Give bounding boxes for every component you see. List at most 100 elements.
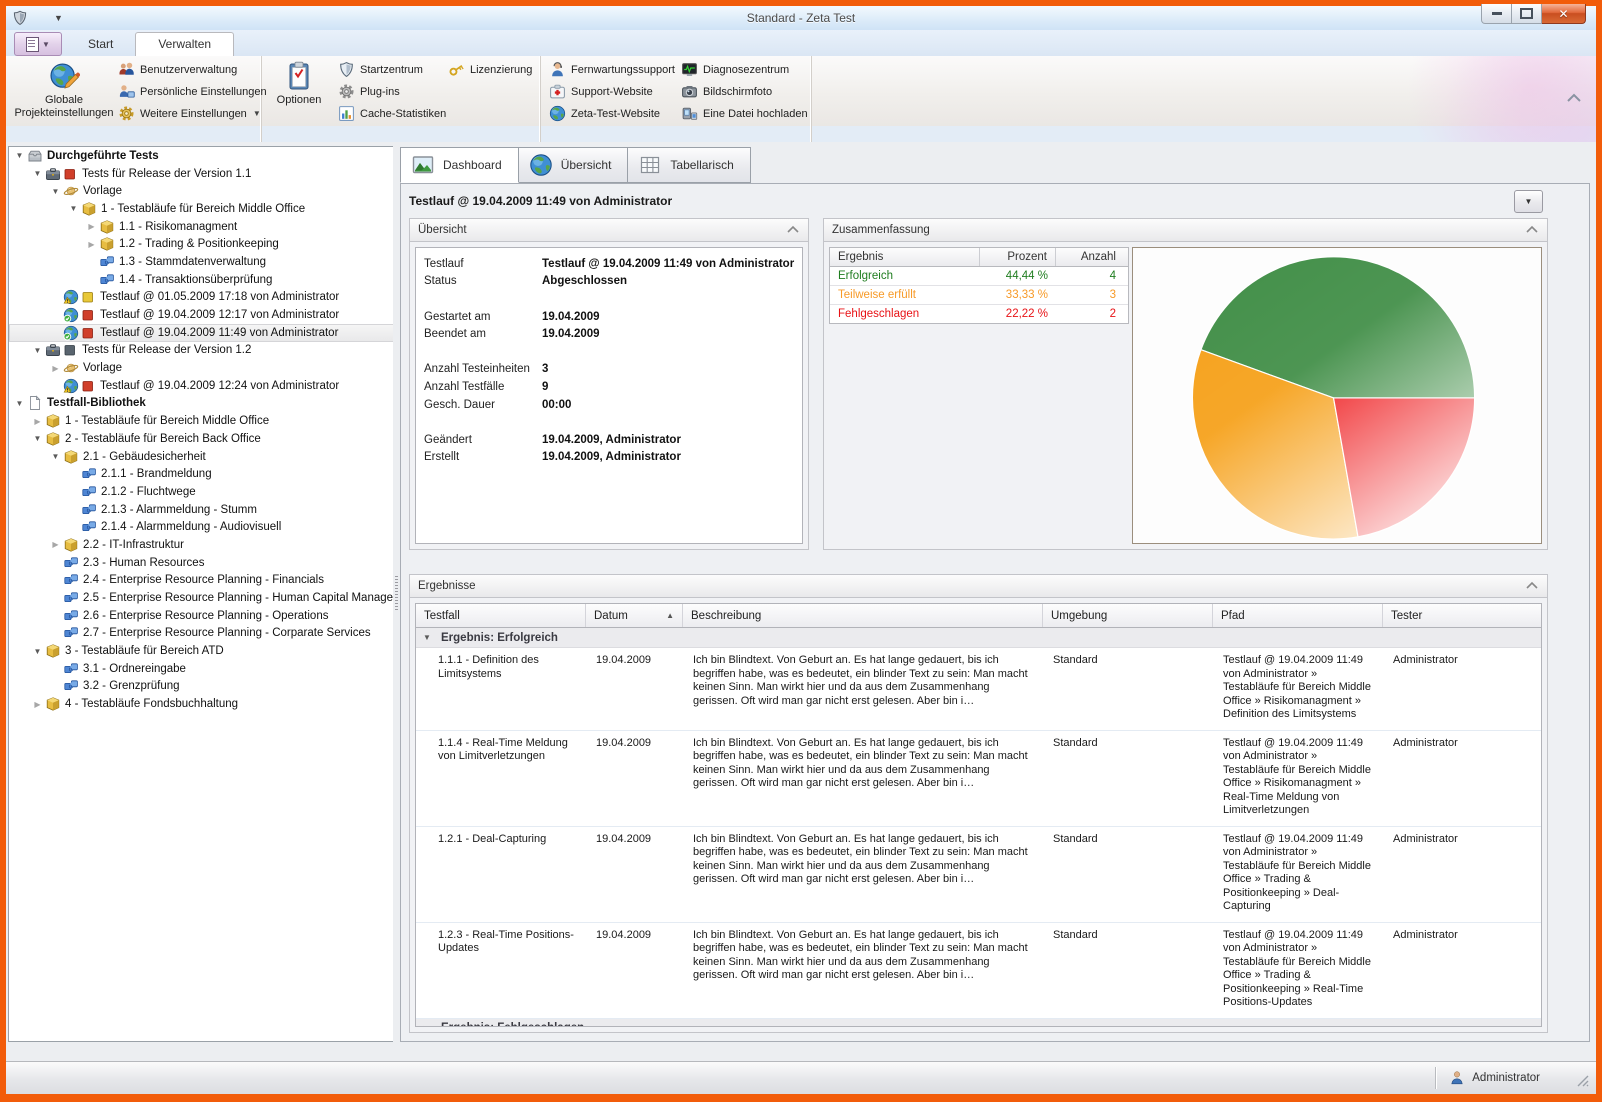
tree-item[interactable]: 3.1 - Ordnereingabe	[9, 660, 394, 678]
tree-item[interactable]: Testlauf @ 19.04.2009 11:49 von Administ…	[9, 324, 394, 342]
tree-item[interactable]: Testlauf @ 01.05.2009 17:18 von Administ…	[9, 289, 394, 307]
tree-item[interactable]: ▶1.2 - Trading & Positionkeeping	[9, 235, 394, 253]
expander-open-icon[interactable]: ▼	[49, 452, 62, 461]
tree-item[interactable]: ▼Durchgeführte Tests	[9, 147, 394, 165]
expander-open-icon[interactable]: ▼	[31, 647, 44, 656]
minimize-button[interactable]	[1481, 4, 1512, 24]
expander-closed-icon[interactable]: ▶	[85, 240, 98, 249]
panel-uebersicht-header[interactable]: Übersicht	[410, 219, 808, 242]
collapse-panel-icon[interactable]	[1525, 224, 1539, 236]
expander-open-icon[interactable]: ▼	[67, 204, 80, 213]
tree-item[interactable]: ▶4 - Testabläufe Fondsbuchhaltung	[9, 695, 394, 713]
group-expanded-icon[interactable]: ▼	[423, 633, 433, 642]
expander-closed-icon[interactable]: ▶	[85, 222, 98, 231]
ribbon-tab-start[interactable]: Start	[66, 33, 135, 56]
benutzerverwaltung-button[interactable]: Benutzerverwaltung	[118, 61, 267, 78]
tree-item[interactable]: ▼2.1 - Gebäudesicherheit	[9, 448, 394, 466]
results-data-row[interactable]: 1.2.3 - Real-Time Positions-Updates19.04…	[416, 923, 1541, 1019]
support-website-button[interactable]: Support-Website	[549, 83, 675, 100]
expander-open-icon[interactable]: ▼	[49, 187, 62, 196]
results-column-header-pfad[interactable]: Pfad	[1213, 604, 1383, 627]
resize-grip[interactable]	[1576, 1074, 1590, 1088]
fernwartungssupport-button[interactable]: Fernwartungssupport	[549, 61, 675, 78]
tree-item[interactable]: 2.7 - Enterprise Resource Planning - Cor…	[9, 625, 394, 643]
tree-item[interactable]: ▼Tests für Release der Version 1.2	[9, 342, 394, 360]
tree-item[interactable]: 3.2 - Grenzprüfung	[9, 678, 394, 696]
tab-dashboard[interactable]: Dashboard	[400, 147, 519, 183]
expander-open-icon[interactable]: ▼	[13, 151, 26, 160]
results-data-row[interactable]: 1.1.4 - Real-Time Meldung von Limitverle…	[416, 731, 1541, 827]
screenshot-camera-icon-button[interactable]: Bildschirmfoto	[681, 83, 808, 100]
tree-item[interactable]: 2.6 - Enterprise Resource Planning - Ope…	[9, 607, 394, 625]
optionen-button[interactable]: Optionen	[268, 60, 330, 107]
expander-closed-icon[interactable]: ▶	[49, 364, 62, 373]
tree-item[interactable]: ▼3 - Testabläufe für Bereich ATD	[9, 642, 394, 660]
tree-item[interactable]: ▶1.1 - Risikomanagment	[9, 218, 394, 236]
tree-item[interactable]: 1.3 - Stammdatenverwaltung	[9, 253, 394, 271]
splitter[interactable]	[393, 146, 400, 1042]
summary-row[interactable]: Fehlgeschlagen22,22 %2	[830, 305, 1128, 323]
tree-item[interactable]: 2.5 - Enterprise Resource Planning - Hum…	[9, 589, 394, 607]
results-column-header-umgebung[interactable]: Umgebung	[1043, 604, 1213, 627]
tree-item[interactable]: 2.1.4 - Alarmmeldung - Audiovisuell	[9, 518, 394, 536]
tree-item[interactable]: ▼2 - Testabläufe für Bereich Back Office	[9, 430, 394, 448]
tree-item[interactable]: ▶Vorlage	[9, 359, 394, 377]
results-group-row[interactable]: ▼Ergebnis: Erfolgreich	[416, 628, 1541, 648]
results-column-header-tester[interactable]: Tester	[1383, 604, 1541, 627]
expander-open-icon[interactable]: ▼	[31, 346, 44, 355]
collapse-panel-icon[interactable]	[786, 224, 800, 236]
maximize-button[interactable]	[1512, 4, 1542, 24]
results-data-row[interactable]: 1.2.1 - Deal-Capturing19.04.2009Ich bin …	[416, 827, 1541, 923]
tree-item[interactable]: 2.1.2 - Fluchtwege	[9, 483, 394, 501]
expander-closed-icon[interactable]: ▶	[31, 700, 44, 709]
close-button[interactable]: ✕	[1542, 4, 1586, 24]
tab-uebersicht[interactable]: Übersicht	[519, 147, 629, 183]
tree-item[interactable]: ▼Tests für Release der Version 1.1	[9, 165, 394, 183]
results-column-header-datum[interactable]: Datum▲	[586, 604, 683, 627]
expander-open-icon[interactable]: ▼	[31, 169, 44, 178]
application-menu-button[interactable]: ▼	[14, 32, 62, 56]
tree-item[interactable]: 2.3 - Human Resources	[9, 554, 394, 572]
lizenzierung-button[interactable]: Lizenzierung	[448, 61, 532, 78]
ribbon-tab-verwalten[interactable]: Verwalten	[135, 32, 234, 56]
group-collapsed-icon[interactable]: ▶	[423, 1024, 433, 1028]
globale-projekteinstellungen-button[interactable]: Globale Projekteinstellungen	[14, 60, 114, 120]
tree-item[interactable]: 2.4 - Enterprise Resource Planning - Fin…	[9, 572, 394, 590]
panel-ergebnisse-header[interactable]: Ergebnisse	[410, 575, 1547, 598]
summary-column-header[interactable]: Ergebnis	[830, 248, 980, 266]
testrun-dropdown-button[interactable]: ▼	[1514, 190, 1543, 213]
tree-item[interactable]: 2.1.1 - Brandmeldung	[9, 465, 394, 483]
expander-closed-icon[interactable]: ▶	[31, 417, 44, 426]
pie-slice[interactable]	[1334, 398, 1475, 537]
results-data-row[interactable]: 1.1.1 - Definition des Limitsystems19.04…	[416, 648, 1541, 731]
datei-hochladen-button[interactable]: Eine Datei hochladen	[681, 105, 808, 122]
results-column-header-beschreibung[interactable]: Beschreibung	[683, 604, 1043, 627]
startzentrum-button[interactable]: Startzentrum	[338, 61, 446, 78]
summary-row[interactable]: Teilweise erfüllt33,33 %3	[830, 286, 1128, 305]
expander-open-icon[interactable]: ▼	[31, 434, 44, 443]
diagnosezentrum-button[interactable]: Diagnosezentrum	[681, 61, 808, 78]
results-column-header-testfall[interactable]: Testfall	[416, 604, 586, 627]
tree-item[interactable]: Testlauf @ 19.04.2009 12:17 von Administ…	[9, 306, 394, 324]
zeta-test-website-button[interactable]: Zeta-Test-Website	[549, 105, 675, 122]
weitere-einstellungen-button[interactable]: Weitere Einstellungen ▼	[118, 105, 267, 122]
summary-column-header[interactable]: Anzahl	[1056, 248, 1124, 266]
results-group-row[interactable]: ▶Ergebnis: Fehlgeschlagen	[416, 1019, 1541, 1028]
tree-item[interactable]: ▼Vorlage	[9, 182, 394, 200]
tree-item[interactable]: Testlauf @ 19.04.2009 12:24 von Administ…	[9, 377, 394, 395]
tree-item[interactable]: ▶2.2 - IT-Infrastruktur	[9, 536, 394, 554]
tree-item[interactable]: ▼Testfall-Bibliothek	[9, 395, 394, 413]
tree-item[interactable]: ▶1 - Testabläufe für Bereich Middle Offi…	[9, 412, 394, 430]
expander-closed-icon[interactable]: ▶	[49, 540, 62, 549]
panel-zusammenfassung-header[interactable]: Zusammenfassung	[824, 219, 1547, 242]
persoenliche-einstellungen-button[interactable]: Persönliche Einstellungen	[118, 83, 267, 100]
tab-tabellarisch[interactable]: Tabellarisch	[628, 147, 750, 183]
tree-item[interactable]: 2.1.3 - Alarmmeldung - Stumm	[9, 501, 394, 519]
expander-open-icon[interactable]: ▼	[13, 399, 26, 408]
tree-item[interactable]: ▼1 - Testabläufe für Bereich Middle Offi…	[9, 200, 394, 218]
summary-row[interactable]: Erfolgreich44,44 %4	[830, 267, 1128, 286]
collapse-ribbon-icon[interactable]	[1566, 92, 1582, 106]
cache-statistiken-button[interactable]: Cache-Statistiken	[338, 105, 446, 122]
summary-column-header[interactable]: Prozent	[980, 248, 1056, 266]
tree-item[interactable]: 1.4 - Transaktionsüberprüfung	[9, 271, 394, 289]
